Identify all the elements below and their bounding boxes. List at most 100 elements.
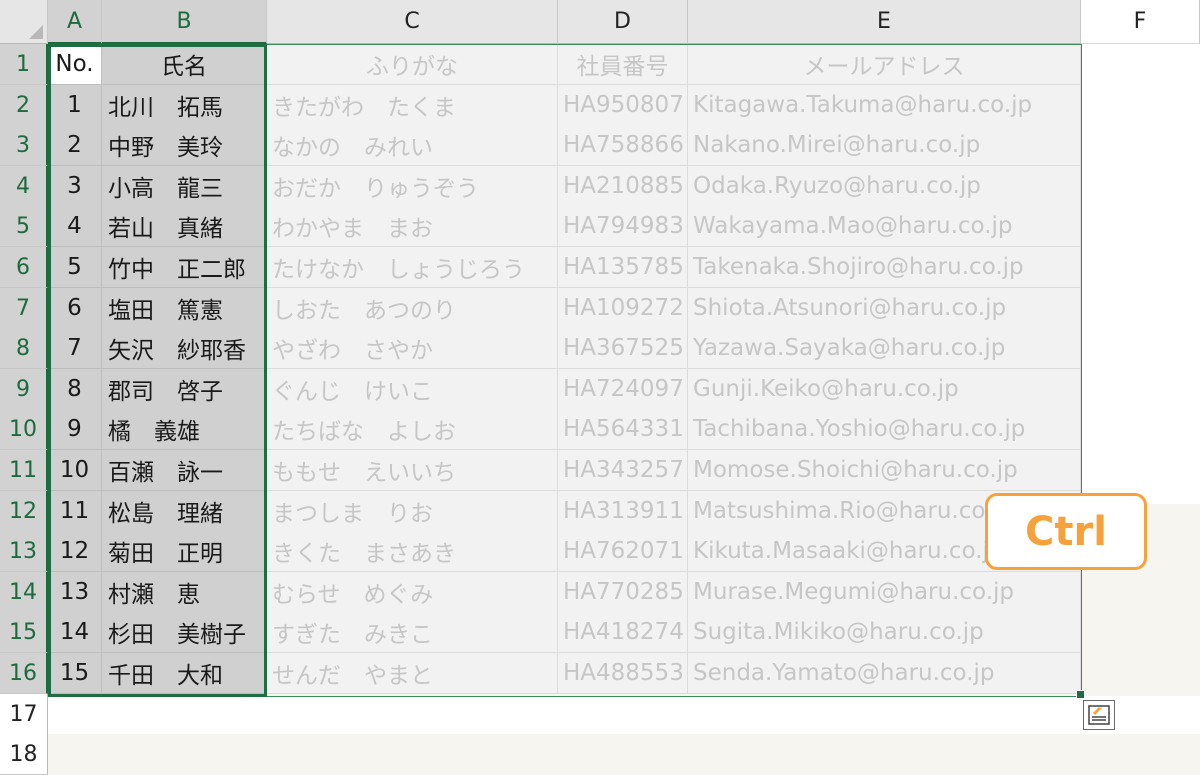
cell-no[interactable]: 13 [48, 572, 102, 613]
cell-furigana[interactable]: わかやま まお [267, 206, 558, 247]
cell-name[interactable]: 橘 義雄 [102, 409, 267, 450]
cell-email[interactable]: Yazawa.Sayaka@haru.co.jp [688, 328, 1081, 369]
cell-furigana[interactable]: しおた あつのり [267, 288, 558, 329]
cell-name[interactable]: 村瀬 恵 [102, 572, 267, 613]
cell-name[interactable]: 松島 理緒 [102, 491, 267, 532]
cell-name[interactable]: 千田 大和 [102, 653, 267, 694]
cell-name[interactable]: 矢沢 紗耶香 [102, 328, 267, 369]
cell-employee-id[interactable]: HA758866 [558, 125, 688, 166]
row-header-16[interactable]: 16 [0, 653, 48, 694]
cell-employee-id[interactable]: HA343257 [558, 450, 688, 491]
row-header-9[interactable]: 9 [0, 369, 48, 410]
cell-no[interactable]: 3 [48, 166, 102, 207]
cell-employee-id[interactable]: HA135785 [558, 247, 688, 288]
cell-name[interactable]: 杉田 美樹子 [102, 612, 267, 653]
cell-employee-id[interactable]: HA210885 [558, 166, 688, 207]
cell-employee-id[interactable]: HA950807 [558, 85, 688, 126]
cell-no[interactable]: 4 [48, 206, 102, 247]
header-cell-no[interactable]: No. [48, 44, 102, 85]
cell-name[interactable]: 菊田 正明 [102, 531, 267, 572]
cell-no[interactable]: 8 [48, 369, 102, 410]
cell-employee-id[interactable]: HA367525 [558, 328, 688, 369]
cell-furigana[interactable]: たちばな よしお [267, 409, 558, 450]
row-header-8[interactable]: 8 [0, 328, 48, 369]
cell-furigana[interactable]: きくた まさあき [267, 531, 558, 572]
cell-name[interactable]: 塩田 篤憲 [102, 288, 267, 329]
fill-handle[interactable] [1076, 690, 1085, 699]
cell-no[interactable]: 9 [48, 409, 102, 450]
cell-email[interactable]: Tachibana.Yoshio@haru.co.jp [688, 409, 1081, 450]
cell-employee-id[interactable]: HA564331 [558, 409, 688, 450]
cell-employee-id[interactable]: HA418274 [558, 612, 688, 653]
cell-furigana[interactable]: せんだ やまと [267, 653, 558, 694]
cell-furigana[interactable]: やざわ さやか [267, 328, 558, 369]
cell-no[interactable]: 5 [48, 247, 102, 288]
cell-email[interactable]: Kitagawa.Takuma@haru.co.jp [688, 85, 1081, 126]
cell-furigana[interactable]: むらせ めぐみ [267, 572, 558, 613]
cell-name[interactable]: 百瀬 詠一 [102, 450, 267, 491]
cell-employee-id[interactable]: HA770285 [558, 572, 688, 613]
cell-no[interactable]: 1 [48, 85, 102, 126]
row-header-13[interactable]: 13 [0, 531, 48, 572]
cell-furigana[interactable]: きたがわ たくま [267, 85, 558, 126]
cell-email[interactable]: Senda.Yamato@haru.co.jp [688, 653, 1081, 694]
row-header-1[interactable]: 1 [0, 44, 48, 85]
cell-email[interactable]: Wakayama.Mao@haru.co.jp [688, 206, 1081, 247]
cell-email[interactable]: Gunji.Keiko@haru.co.jp [688, 369, 1081, 410]
cell-furigana[interactable]: なかの みれい [267, 125, 558, 166]
row-header-2[interactable]: 2 [0, 85, 48, 126]
cell-furigana[interactable]: ぐんじ けいこ [267, 369, 558, 410]
cell-name[interactable]: 北川 拓馬 [102, 85, 267, 126]
row-header-15[interactable]: 15 [0, 612, 48, 653]
cell-employee-id[interactable]: HA724097 [558, 369, 688, 410]
row-header-6[interactable]: 6 [0, 247, 48, 288]
cell-name[interactable]: 竹中 正二郎 [102, 247, 267, 288]
row-header-14[interactable]: 14 [0, 572, 48, 613]
cell-no[interactable]: 6 [48, 288, 102, 329]
cell-email[interactable]: Nakano.Mirei@haru.co.jp [688, 125, 1081, 166]
header-cell-name[interactable]: 氏名 [102, 44, 267, 85]
row-header-3[interactable]: 3 [0, 125, 48, 166]
cell-email[interactable]: Takenaka.Shojiro@haru.co.jp [688, 247, 1081, 288]
row-header-5[interactable]: 5 [0, 206, 48, 247]
row-header-4[interactable]: 4 [0, 166, 48, 207]
cell-name[interactable]: 郡司 啓子 [102, 369, 267, 410]
cell-no[interactable]: 14 [48, 612, 102, 653]
cell-furigana[interactable]: まつしま りお [267, 491, 558, 532]
cell-email[interactable]: Shiota.Atsunori@haru.co.jp [688, 288, 1081, 329]
header-cell-employee-id[interactable]: 社員番号 [558, 44, 688, 85]
cell-name[interactable]: 中野 美玲 [102, 125, 267, 166]
column-header-e[interactable]: E [688, 0, 1081, 44]
column-header-f[interactable]: F [1081, 0, 1200, 44]
cell-name[interactable]: 若山 真緒 [102, 206, 267, 247]
cell-no[interactable]: 15 [48, 653, 102, 694]
cell-email[interactable]: Odaka.Ryuzo@haru.co.jp [688, 166, 1081, 207]
cell-employee-id[interactable]: HA794983 [558, 206, 688, 247]
cell-no[interactable]: 2 [48, 125, 102, 166]
cell-furigana[interactable]: すぎた みきこ [267, 612, 558, 653]
cell-employee-id[interactable]: HA109272 [558, 288, 688, 329]
cell-furigana[interactable]: おだか りゅうぞう [267, 166, 558, 207]
cell-furigana[interactable]: たけなか しょうじろう [267, 247, 558, 288]
cell-employee-id[interactable]: HA313911 [558, 491, 688, 532]
row-header-17[interactable]: 17 [0, 694, 48, 735]
header-cell-furigana[interactable]: ふりがな [267, 44, 558, 85]
cell-email[interactable]: Momose.Shoichi@haru.co.jp [688, 450, 1081, 491]
row-header-18[interactable]: 18 [0, 734, 48, 775]
column-header-a[interactable]: A [48, 0, 102, 44]
cell-no[interactable]: 10 [48, 450, 102, 491]
cell-email[interactable]: Sugita.Mikiko@haru.co.jp [688, 612, 1081, 653]
header-cell-email[interactable]: メールアドレス [688, 44, 1081, 85]
select-all-corner[interactable] [0, 0, 48, 44]
cell-employee-id[interactable]: HA762071 [558, 531, 688, 572]
row-header-12[interactable]: 12 [0, 491, 48, 532]
column-header-b[interactable]: B [102, 0, 267, 44]
cell-no[interactable]: 12 [48, 531, 102, 572]
column-header-d[interactable]: D [558, 0, 688, 44]
cell-email[interactable]: Murase.Megumi@haru.co.jp [688, 572, 1081, 613]
column-header-c[interactable]: C [267, 0, 558, 44]
row-header-10[interactable]: 10 [0, 409, 48, 450]
row-header-7[interactable]: 7 [0, 288, 48, 329]
quick-analysis-button[interactable] [1083, 700, 1115, 730]
cell-no[interactable]: 11 [48, 491, 102, 532]
